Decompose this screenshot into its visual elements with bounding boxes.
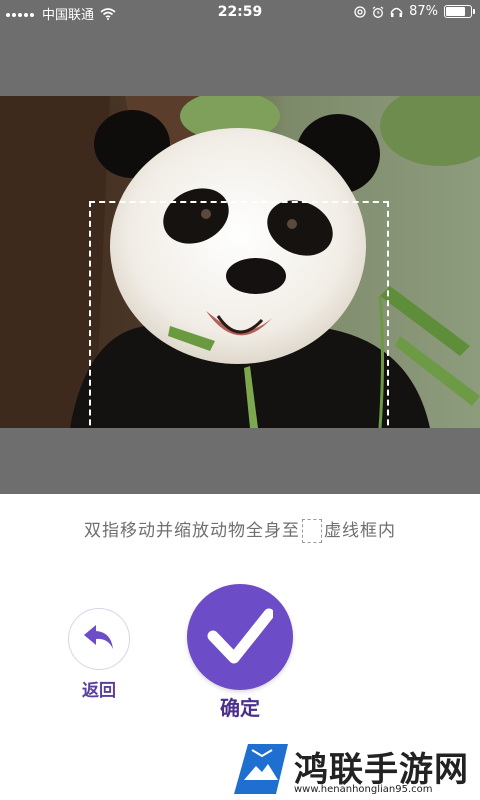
battery-fill: [446, 7, 465, 16]
watermark-url: www.henanhonglian95.com: [294, 784, 433, 795]
watermark-logo-icon: [234, 744, 288, 794]
dashed-box-icon: [302, 519, 322, 543]
battery-percent: 87%: [409, 4, 438, 19]
checkmark-icon: [207, 608, 273, 664]
crop-overlay-top: [0, 24, 480, 96]
confirm-button[interactable]: [187, 584, 293, 690]
back-arrow-icon: [84, 625, 113, 649]
headphones-icon: [390, 7, 403, 17]
status-right: 87%: [354, 4, 475, 19]
hint-text-before: 双指移动并缩放动物全身至: [84, 521, 300, 541]
status-bar: 中国联通 22:59 87%: [0, 0, 480, 24]
panda-photo[interactable]: [0, 96, 480, 428]
crop-frame[interactable]: [89, 201, 389, 428]
alarm-icon: [372, 6, 384, 18]
back-button[interactable]: [68, 608, 130, 670]
crop-overlay-bottom: [0, 428, 480, 494]
hint-text-after: 虚线框内: [324, 521, 396, 541]
battery-icon: [444, 5, 475, 18]
at-icon: [354, 5, 366, 18]
instruction-hint: 双指移动并缩放动物全身至 虚线框内: [0, 516, 480, 543]
confirm-label[interactable]: 确定: [187, 692, 293, 721]
watermark: 鸿联手游网 www.henanhonglian95.com: [232, 740, 480, 800]
back-label[interactable]: 返回: [68, 676, 130, 701]
